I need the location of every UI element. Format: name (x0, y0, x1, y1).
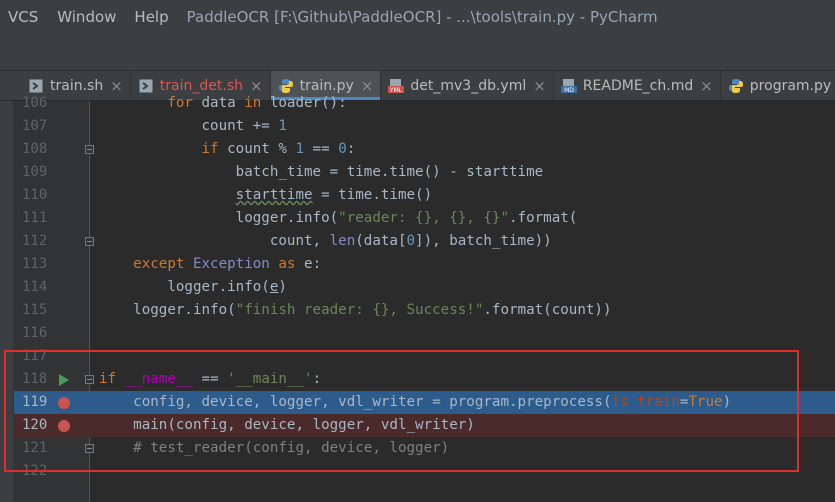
line-number: 116 (22, 325, 48, 341)
line-number: 111 (22, 210, 48, 226)
code-line[interactable]: 108 if count % 1 == 0: (14, 138, 835, 161)
code-text: if __name__ == '__main__': (99, 371, 322, 387)
line-number: 108 (22, 141, 48, 157)
code-line[interactable]: 109 batch_time = time.time() - starttime (14, 161, 835, 184)
menu-help[interactable]: Help (125, 8, 177, 26)
code-text: logger.info(e) (99, 279, 287, 295)
line-number: 106 (22, 95, 48, 111)
breakpoint-icon[interactable] (58, 397, 70, 409)
line-number: 120 (22, 417, 48, 433)
code-text: config, device, logger, vdl_writer = pro… (99, 394, 732, 410)
line-number: 118 (22, 371, 48, 387)
fold-icon[interactable] (85, 444, 94, 453)
line-number: 114 (22, 279, 48, 295)
code-text: logger.info("reader: {}, {}, {}".format( (99, 210, 578, 226)
menu-bar: VCS Window Help PaddleOCR [F:\Github\Pad… (0, 0, 835, 33)
code-line[interactable]: 110 starttime = time.time() (14, 184, 835, 207)
code-line[interactable]: 106 for data in loader(): (14, 92, 835, 115)
code-line[interactable]: 122 (14, 460, 835, 483)
code-text: count, len(data[0]), batch_time)) (99, 233, 552, 249)
code-text: count += 1 (99, 118, 287, 134)
menu-vcs[interactable]: VCS (0, 8, 48, 26)
code-text: batch_time = time.time() - starttime (99, 164, 544, 180)
code-line[interactable]: 117 (14, 345, 835, 368)
line-number: 112 (22, 233, 48, 249)
code-line[interactable]: 115 logger.info("finish reader: {}, Succ… (14, 299, 835, 322)
code-line[interactable]: 113 except Exception as e: (14, 253, 835, 276)
fold-icon[interactable] (85, 237, 94, 246)
window-title: PaddleOCR [F:\Github\PaddleOCR] - ...\to… (186, 7, 658, 26)
code-line-breakpoint[interactable]: 120 main(config, device, logger, vdl_wri… (14, 414, 835, 437)
code-line[interactable]: 118 if __name__ == '__main__': (14, 368, 835, 391)
line-number: 121 (22, 440, 48, 456)
run-icon[interactable] (59, 374, 69, 386)
code-text: except Exception as e: (133, 256, 322, 272)
code-line[interactable]: 111 logger.info("reader: {}, {}, {}".for… (14, 207, 835, 230)
code-text: # test_reader(config, device, logger) (133, 440, 450, 456)
code-text: starttime = time.time() (235, 187, 433, 203)
line-number: 109 (22, 164, 48, 180)
code-line[interactable]: 121 # test_reader(config, device, logger… (14, 437, 835, 460)
code-line-execution-point[interactable]: 119 config, device, logger, vdl_writer =… (14, 391, 835, 414)
toolbar-strip (0, 33, 835, 71)
line-number: 110 (22, 187, 48, 203)
fold-icon[interactable] (85, 145, 94, 154)
code-line[interactable]: 112 count, len(data[0]), batch_time)) (14, 230, 835, 253)
fold-icon[interactable] (85, 375, 94, 384)
line-number: 117 (22, 348, 48, 364)
line-number: 107 (22, 118, 48, 134)
code-text: if count % 1 == 0: (201, 141, 356, 157)
line-number: 122 (22, 463, 48, 479)
code-text: for data in loader(): (99, 95, 347, 111)
code-line[interactable]: 114 logger.info(e) (14, 276, 835, 299)
code-lines: 106 for data in loader(): 107 count += 1… (14, 92, 835, 483)
line-number: 115 (22, 302, 48, 318)
code-text: logger.info("finish reader: {}, Success!… (99, 302, 612, 318)
menu-window[interactable]: Window (48, 8, 125, 26)
code-line[interactable]: 116 (14, 322, 835, 345)
line-number: 119 (22, 394, 48, 410)
code-line[interactable]: 107 count += 1 (14, 115, 835, 138)
line-number: 113 (22, 256, 48, 272)
tool-window-strip (0, 101, 14, 502)
code-text: main(config, device, logger, vdl_writer) (99, 417, 475, 433)
breakpoint-icon[interactable] (58, 420, 70, 432)
code-editor[interactable]: 106 for data in loader(): 107 count += 1… (0, 95, 835, 502)
